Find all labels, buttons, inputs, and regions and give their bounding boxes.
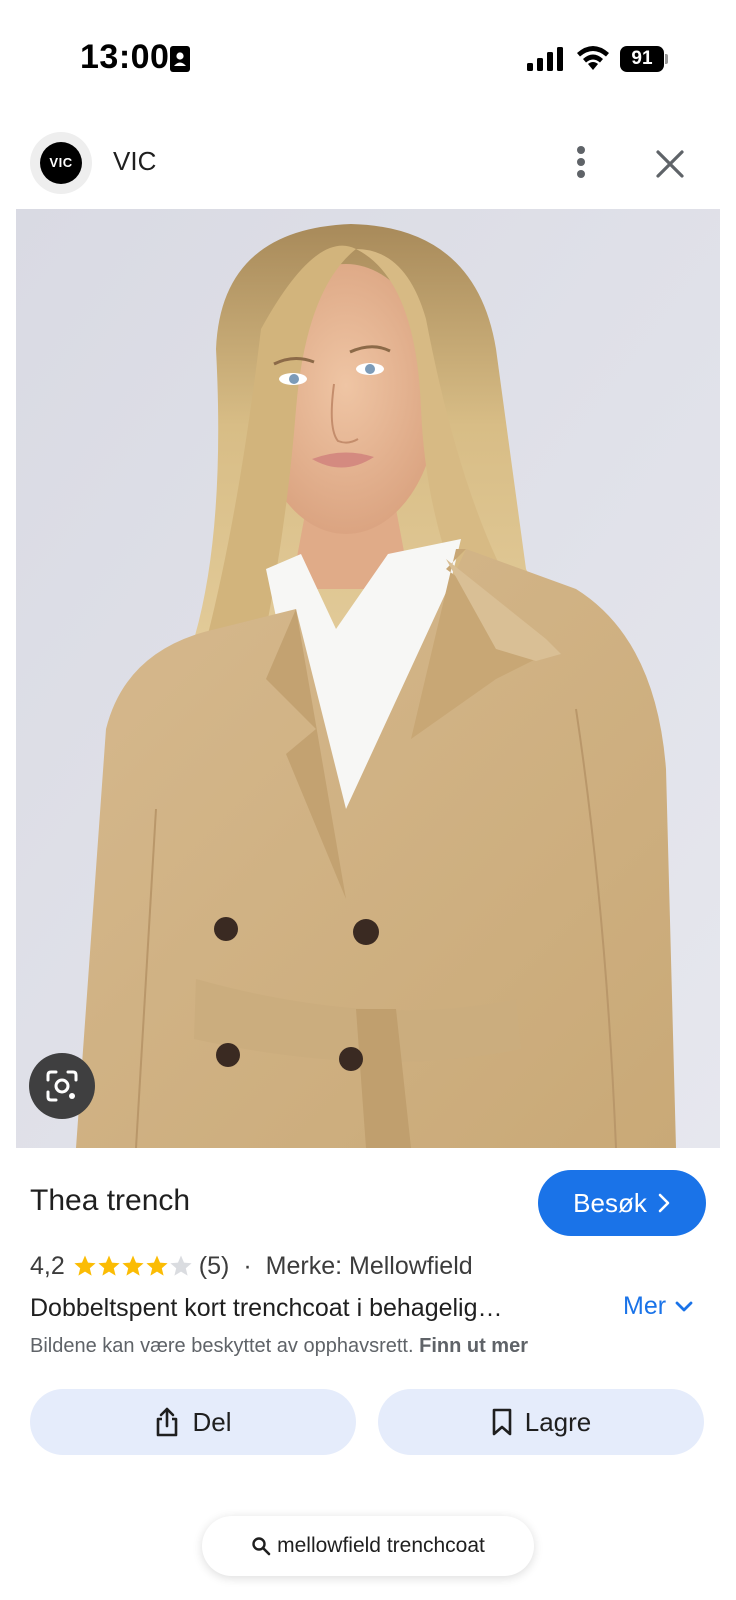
rating-value: 4,2 — [30, 1251, 65, 1280]
visit-button-label: Besøk — [573, 1187, 647, 1218]
search-chip[interactable]: mellowfield trenchcoat — [202, 1516, 534, 1576]
more-button[interactable]: Mer — [623, 1292, 694, 1321]
battery-level: 91 — [631, 48, 653, 69]
star-icon — [122, 1255, 144, 1276]
description-row: Dobbeltspent kort trenchcoat i behagelig… — [30, 1292, 710, 1328]
id-card-icon — [170, 46, 190, 72]
star-icon — [74, 1255, 96, 1276]
cellular-signal-icon — [527, 47, 563, 71]
google-lens-button[interactable] — [29, 1053, 95, 1119]
product-photo-illustration — [16, 209, 720, 1148]
rating-stars — [73, 1254, 193, 1278]
product-title: Thea trench — [30, 1184, 191, 1217]
site-name[interactable]: VIC — [113, 146, 156, 177]
more-vert-icon[interactable] — [566, 142, 596, 182]
product-image[interactable] — [16, 209, 720, 1148]
save-button[interactable]: Lagre — [378, 1389, 704, 1455]
brand-label: Merke: Mellowfield — [265, 1251, 473, 1280]
google-lens-icon — [46, 1070, 78, 1102]
review-count: (5) — [198, 1251, 230, 1280]
battery-icon: 91 — [620, 46, 668, 72]
star-icon — [98, 1255, 120, 1276]
copyright-text: Bildene kan være beskyttet av opphavsret… — [30, 1335, 414, 1357]
product-description: Dobbeltspent kort trenchcoat i behagelig… — [30, 1294, 503, 1322]
close-icon[interactable] — [650, 144, 690, 184]
separator-dot: · — [243, 1251, 252, 1280]
chevron-down-icon — [675, 1301, 693, 1311]
star-icon — [170, 1255, 192, 1276]
search-query: mellowfield trenchcoat — [277, 1534, 485, 1557]
copyright-notice: Bildene kan være beskyttet av opphavsret… — [30, 1335, 528, 1358]
wifi-icon — [577, 46, 609, 70]
chevron-right-icon — [658, 1193, 670, 1213]
status-bar: 13:00 91 — [0, 0, 736, 120]
site-logo[interactable]: VIC — [40, 142, 82, 184]
status-time: 13:00 — [80, 38, 170, 76]
share-button-label: Del — [192, 1406, 232, 1437]
site-header: VIC VIC — [0, 120, 736, 210]
share-icon — [157, 1407, 178, 1437]
rating-row: 4,2 (5) · Merke: Mellowfield — [30, 1248, 473, 1284]
more-button-label: Mer — [623, 1292, 667, 1320]
save-button-label: Lagre — [524, 1406, 592, 1437]
visit-button[interactable]: Besøk — [538, 1170, 706, 1236]
star-icon — [146, 1255, 168, 1276]
product-info-panel: Thea trench Besøk 4,2 (5) · Merke: Mello… — [0, 1148, 736, 1600]
learn-more-link[interactable]: Finn ut mer — [419, 1335, 528, 1357]
share-button[interactable]: Del — [30, 1389, 356, 1455]
search-icon — [252, 1537, 271, 1556]
bookmark-icon — [492, 1408, 512, 1436]
